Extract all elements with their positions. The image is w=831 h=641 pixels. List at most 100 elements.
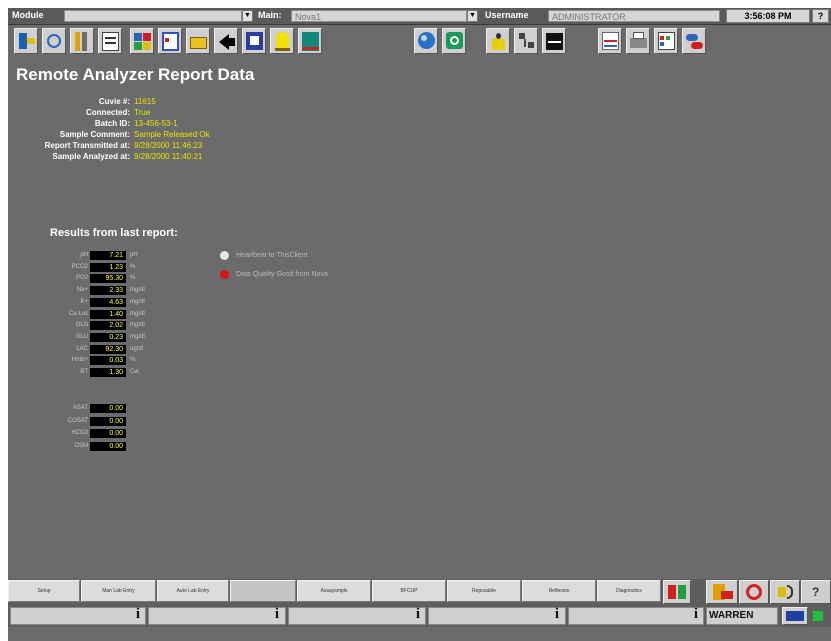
main-label: Main: [258,10,282,20]
info-label: Cuvie #: [98,97,130,106]
result-unit: % [130,275,136,282]
alarm-bell-icon[interactable] [270,28,294,54]
app-window: Module ▼ Main: Nova1 ▼ Username ADMINIST… [8,8,831,641]
main-select[interactable]: Nova1 [291,10,467,22]
result-unit: mg/dl [130,310,145,317]
result-value: 0.00 [90,416,126,426]
columns-icon[interactable] [70,28,94,54]
username-field[interactable]: ADMINISTRATOR [548,10,720,22]
tab-blank[interactable] [230,580,296,602]
back-arrow-icon[interactable] [214,28,238,54]
tab-bfcup[interactable]: BFCUP [372,580,446,602]
result-unit: Cw [130,369,139,375]
tab-assaysmpls[interactable]: Assaysmpls [297,580,371,602]
status-field-4 [428,607,566,625]
help-icon[interactable]: ? [801,580,831,604]
result-label: GLN [75,322,88,329]
tab-reposable[interactable]: Reposable [447,580,521,602]
info-value: 9/28/2000 11:40:21 [134,152,203,161]
status-field-3 [288,607,426,625]
info-label: Sample Comment: [59,130,130,139]
link-icon[interactable] [442,28,466,54]
chart-bars-icon[interactable] [298,28,322,54]
info-icon-2[interactable]: i [272,606,282,622]
status-field-5 [568,607,704,625]
result-unit: pH [130,252,138,258]
main-dropdown-button[interactable]: ▼ [467,10,478,22]
result-unit: mg/dl [130,287,145,294]
info-value: True [134,108,151,117]
result-label: COSAT [67,417,88,424]
pills-icon[interactable] [682,28,706,54]
result-label: GLU [75,333,88,340]
result-value: 2.02 [90,321,126,331]
info-value: 13-456-53-1 [134,119,178,128]
printer-icon[interactable] [626,28,650,54]
tab-setup[interactable]: Setup [8,580,80,602]
help-button[interactable]: ? [812,9,829,23]
current-user-field[interactable]: WARREN [706,607,778,625]
result-label: Ca Lus [68,310,88,317]
warning-person-icon[interactable] [486,28,510,54]
check-red-icon[interactable] [663,580,691,604]
result-label: BT [80,369,88,375]
result-label: pH [80,252,88,258]
result-unit: mg/dl [130,298,145,305]
result-value: 1.23 [90,262,126,272]
tab-diagnostics[interactable]: Diagnostics [597,580,661,602]
info-icon-4[interactable]: i [552,606,562,622]
no-entry-icon[interactable] [739,580,769,604]
graph-icon[interactable] [598,28,622,54]
refresh-icon[interactable] [42,28,66,54]
status-field-2 [148,607,286,625]
info-label: Report Transmitted at: [44,141,130,150]
screen-icon[interactable] [242,28,266,54]
result-label: PO2 [75,275,88,282]
network-icon[interactable] [514,28,538,54]
result-value: 7.21 [90,251,126,260]
result-value: 0.00 [90,429,126,438]
info-label: Sample Analyzed at: [52,152,130,161]
online-indicator-icon [810,607,831,625]
result-unit: % [130,263,136,270]
keyboard-icon[interactable] [782,607,808,625]
result-unit: % [130,357,136,364]
orb-icon[interactable] [414,28,438,54]
module-dropdown-button[interactable]: ▼ [242,10,253,22]
info-icon-1[interactable]: i [133,606,143,622]
result-label: ASAT [72,405,88,411]
red-tools-icon[interactable] [706,580,738,604]
heartbeat-indicator [220,251,229,260]
username-label: Username [485,10,529,20]
waveform-icon[interactable] [542,28,566,54]
tab-man-lab-entry[interactable]: Man Lab Entry [81,580,156,602]
status-field-1 [10,607,146,625]
exit-icon[interactable] [14,28,38,54]
tab-auto-lab-entry[interactable]: Auto Lab Entry [157,580,229,602]
table-icon[interactable] [654,28,678,54]
result-unit: mg/dl [130,333,145,340]
result-unit: ug/dl [130,345,144,352]
top-bar: Module ▼ Main: Nova1 ▼ Username ADMINIST… [8,8,831,25]
result-value: 0.00 [90,441,126,451]
module-select[interactable] [64,10,242,22]
result-value: 0.23 [90,332,126,342]
result-label: LAC [76,345,88,352]
info-icon-3[interactable]: i [413,606,423,622]
info-icon-5[interactable]: i [691,606,701,622]
result-value: 2.33 [90,286,126,296]
function-tab-bar: Setup Man Lab Entry Auto Lab Entry Assay… [8,579,831,605]
result-value: 0.03 [90,356,126,366]
result-label: PCO2 [71,263,88,270]
module-label: Module [12,10,44,20]
clock: 3:56:08 PM [726,9,810,23]
tab-reflexion[interactable]: Reflexion [522,580,596,602]
report-icon[interactable] [98,28,122,54]
grid-icon[interactable] [130,28,154,54]
result-label: HCO3 [71,430,88,436]
result-value: 1.40 [90,309,126,319]
calendar-icon[interactable] [158,28,182,54]
result-value: 0.00 [90,404,126,413]
speaker-icon[interactable] [770,580,800,604]
open-folder-icon[interactable] [186,28,210,54]
